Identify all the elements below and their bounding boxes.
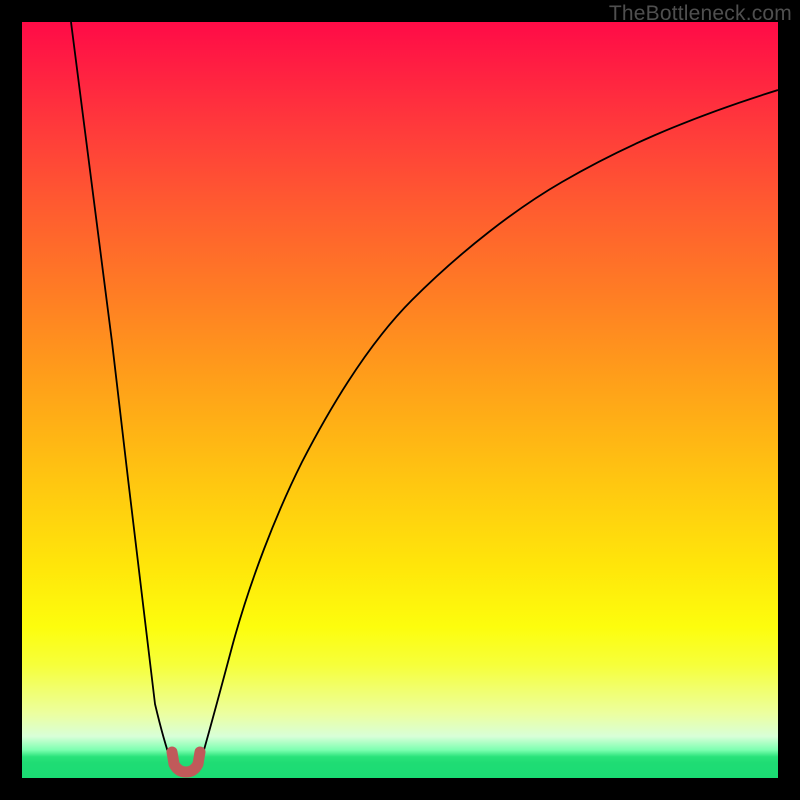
chart-frame: TheBottleneck.com xyxy=(0,0,800,800)
plot-area xyxy=(22,22,778,778)
curve-right-branch xyxy=(200,90,778,764)
curve-left-branch xyxy=(71,22,172,764)
bottleneck-curve xyxy=(22,22,778,778)
notch-marker-icon xyxy=(172,752,200,772)
watermark-text: TheBottleneck.com xyxy=(609,2,792,26)
